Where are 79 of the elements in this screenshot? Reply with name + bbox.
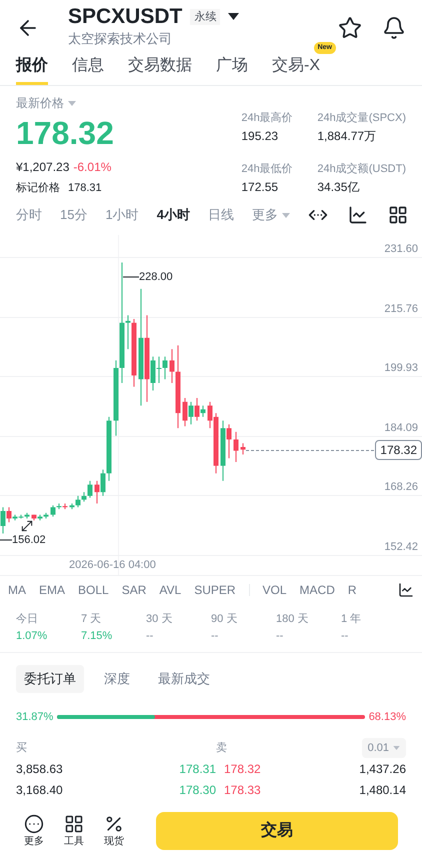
- current-price-tag: 178.32: [375, 440, 422, 460]
- interval-tab[interactable]: 日线: [208, 205, 234, 225]
- indicator-tab[interactable]: SUPER: [194, 580, 236, 598]
- axis-tick-label: 231.60: [384, 242, 418, 257]
- order-book-tab[interactable]: 最新成交: [150, 665, 218, 693]
- bid-price: 178.30: [178, 782, 216, 798]
- indicator-tab[interactable]: VOL: [262, 580, 287, 598]
- ask-price: 178.33: [224, 782, 261, 798]
- page-tab[interactable]: 交易数据: [128, 54, 192, 85]
- interval-tab[interactable]: 更多: [252, 205, 290, 225]
- period-label: 今日: [16, 612, 39, 627]
- mark-price-value: 178.31: [68, 181, 102, 196]
- precision-dropdown[interactable]: 0.01: [362, 738, 406, 758]
- interval-tab[interactable]: 分时: [16, 205, 42, 225]
- period-label: 1 年: [341, 612, 362, 627]
- stat-label: 24h最高价: [241, 110, 294, 126]
- ask-price: 178.32: [224, 760, 261, 778]
- page-tab[interactable]: 广场: [216, 54, 248, 85]
- symbol-title: SPCXUSDT: [68, 4, 182, 30]
- mark-price-label: 标记价格: [16, 181, 60, 196]
- contract-badge: 永续: [190, 8, 220, 26]
- stat-value: 1,884.77万: [317, 128, 378, 144]
- stat-label: 24h成交额(USDT): [317, 162, 406, 177]
- period-label: 30 天: [146, 612, 174, 627]
- page-tab[interactable]: 信息: [72, 54, 104, 85]
- sell-ratio: 68.13%: [368, 710, 406, 725]
- indicator-tab[interactable]: MA: [8, 580, 26, 598]
- axis-tick-label: 168.26: [384, 480, 418, 496]
- last-price: 178.32: [16, 114, 114, 153]
- stat-value: 34.35亿: [317, 178, 360, 196]
- symbol-subtitle: 太空探索技术公司: [68, 30, 173, 48]
- indicator-tab[interactable]: EMA: [39, 580, 66, 598]
- buy-column-label: 买: [16, 740, 28, 756]
- price-label: 最新价格: [16, 95, 64, 112]
- toolbar-action[interactable]: 工具: [64, 814, 84, 848]
- stat-value: 172.55: [241, 178, 280, 196]
- axis-tick-label: 184.09: [384, 420, 418, 436]
- trade-button[interactable]: 交易: [156, 812, 398, 850]
- interval-tab[interactable]: 15分: [60, 205, 88, 225]
- order-book-tab[interactable]: 委托订单: [16, 665, 84, 693]
- period-label: 7 天: [81, 612, 102, 627]
- interval-tab[interactable]: 1小时: [105, 205, 139, 225]
- bid-price: 178.31: [178, 760, 216, 778]
- sell-column-label: 卖: [216, 740, 227, 756]
- indicator-tab[interactable]: MACD: [300, 580, 335, 598]
- low-price-label: 156.02: [12, 533, 46, 548]
- stat-label: 24h成交量(SPCX): [317, 110, 406, 126]
- indicator-tab[interactable]: SAR: [122, 580, 146, 598]
- indicator-tab[interactable]: R: [348, 580, 357, 598]
- page-tab[interactable]: 报价: [16, 54, 48, 85]
- buy-ratio: 31.87%: [16, 710, 54, 725]
- period-change: 7.15%: [81, 628, 114, 644]
- indicator-tab[interactable]: AVL: [159, 580, 182, 598]
- toolbar-action[interactable]: 现货: [104, 814, 124, 848]
- bid-quantity: 3,858.63: [16, 760, 64, 778]
- period-change: --: [211, 628, 220, 644]
- period-change: --: [276, 628, 284, 644]
- stat-label: 24h最低价: [241, 162, 294, 177]
- page-tab[interactable]: 交易-X: [272, 54, 320, 85]
- axis-tick-label: 199.93: [384, 361, 418, 376]
- toolbar-action[interactable]: 更多: [24, 814, 44, 848]
- stat-value: 195.23: [241, 128, 280, 144]
- period-label: 180 天: [276, 612, 310, 627]
- period-change: 1.07%: [16, 628, 48, 644]
- axis-tick-label: 215.76: [384, 302, 418, 317]
- period-label: 90 天: [211, 612, 238, 627]
- indicator-tab[interactable]: BOLL: [78, 580, 109, 598]
- interval-tab[interactable]: 4小时: [156, 205, 190, 225]
- bid-quantity: 3,168.40: [16, 782, 64, 798]
- ask-quantity: 1,480.14: [359, 782, 406, 798]
- price-change: -6.01%: [73, 159, 112, 176]
- order-book-tab[interactable]: 深度: [96, 665, 138, 693]
- cny-price: ¥1,207.23: [16, 159, 70, 176]
- ask-quantity: 1,437.26: [359, 760, 406, 778]
- high-price-label: 228.00: [139, 270, 173, 285]
- period-change: --: [146, 628, 154, 644]
- axis-tick-label: 152.42: [384, 540, 418, 555]
- chart-date-label: 2026-06-16 04:00: [69, 558, 156, 573]
- period-change: --: [341, 628, 350, 644]
